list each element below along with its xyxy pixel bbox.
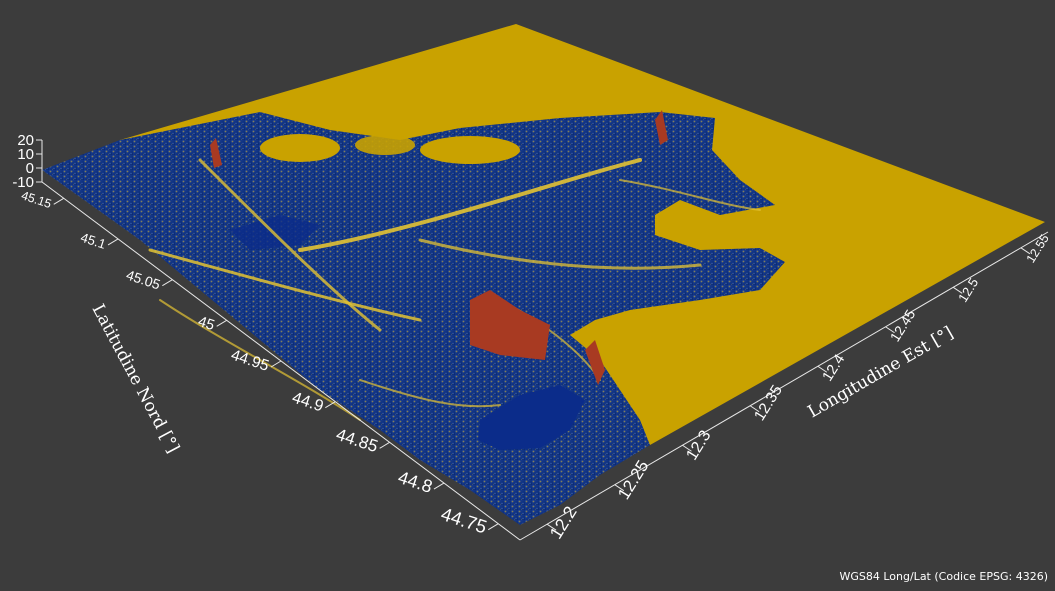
y-tick-label: 45.15	[20, 188, 54, 211]
x-tick-label: 12.5	[955, 275, 981, 305]
y-tick-line	[270, 360, 282, 368]
surface-chart: -1001020 44.7544.844.8544.944.954545.054…	[12, 24, 1052, 583]
y-tick-line	[216, 319, 227, 327]
lagoon-1	[260, 134, 340, 162]
y-tick-label: 45.05	[124, 267, 162, 293]
y-tick-label: 44.95	[229, 347, 271, 375]
z-axis: -1001020	[12, 132, 42, 191]
y-tick-line	[325, 401, 336, 409]
y-tick-line	[379, 441, 390, 449]
y-tick-label: 45.1	[79, 230, 108, 252]
x-tick-label: 12.35	[751, 382, 786, 424]
x-tick-label: 12.3	[683, 427, 715, 463]
lagoon-2	[420, 136, 520, 164]
crs-note: WGS84 Long/Lat (Codice EPSG: 4326)	[839, 570, 1048, 583]
y-axis-title: Latitudine Nord [°]	[88, 301, 183, 457]
lagoon-3	[355, 135, 415, 155]
y-tick-line	[433, 482, 445, 490]
y-tick-line	[107, 238, 119, 246]
y-tick-line	[162, 279, 173, 287]
x-tick-label: 12.45	[887, 307, 918, 345]
x-tick-label: 12.25	[614, 457, 653, 503]
y-tick-label: 44.9	[290, 389, 326, 416]
y-tick-line	[488, 523, 499, 531]
z-tick-label: 20	[17, 132, 34, 149]
y-tick-line	[53, 197, 64, 205]
y-tick-label: 45	[196, 314, 216, 334]
x-tick-label: 12.55	[1024, 232, 1052, 266]
x-tick-label: 12.4	[820, 352, 849, 385]
y-tick-label: 44.75	[439, 503, 490, 537]
